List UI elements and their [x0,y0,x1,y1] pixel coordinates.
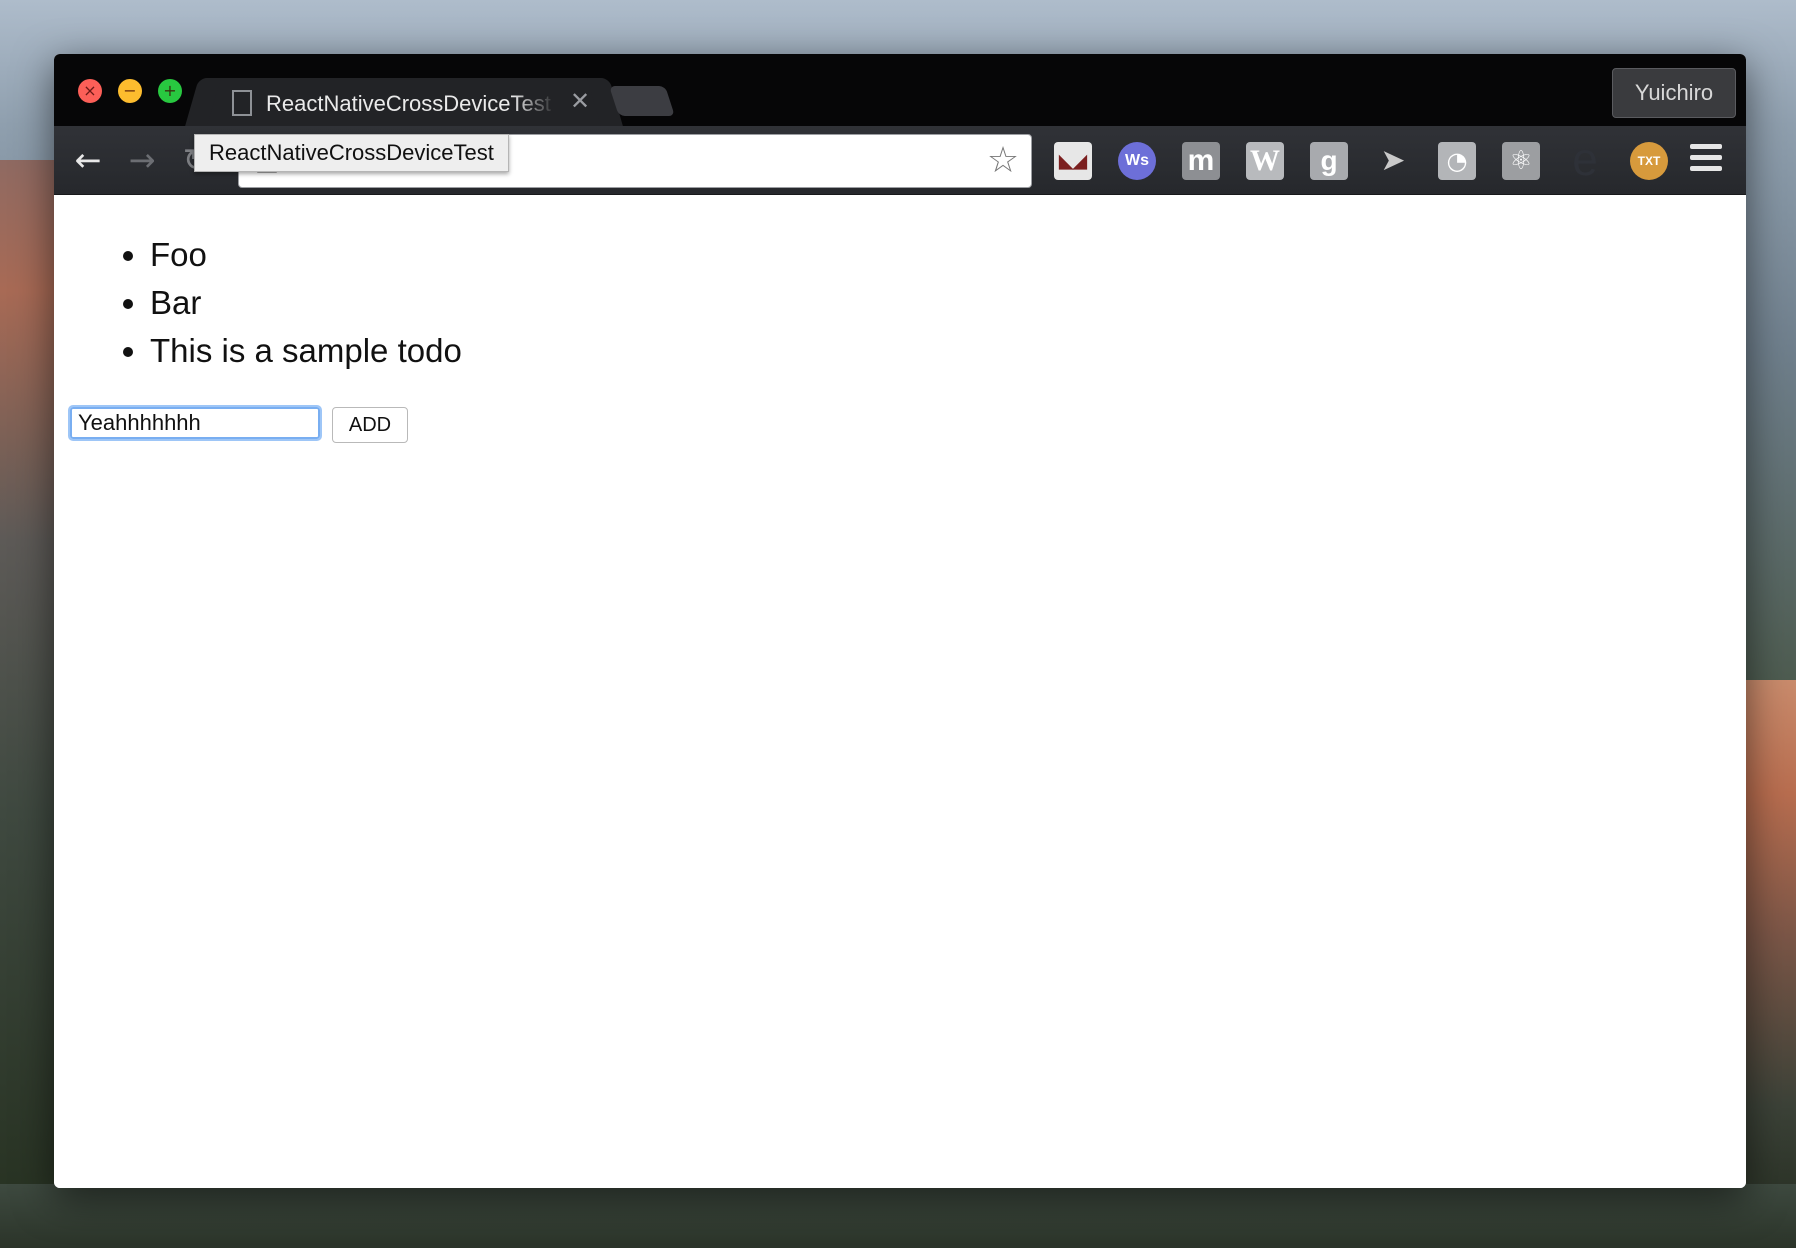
back-icon[interactable]: ← [70,142,106,178]
page-icon [232,90,252,116]
tab-title: ReactNativeCrossDeviceTest [266,91,551,116]
todo-list: Foo Bar This is a sample todo [118,231,462,375]
rss-extension-icon[interactable]: ◔ [1438,142,1476,180]
todo-input[interactable] [68,405,322,441]
list-item: This is a sample todo [150,327,462,375]
cursor-extension-icon[interactable]: ➤ [1374,142,1412,180]
tab-tooltip: ReactNativeCrossDeviceTest [194,134,509,172]
m-extension-icon[interactable]: m [1182,142,1220,180]
react-extension-icon[interactable]: ⚛ [1502,142,1540,180]
new-tab-button[interactable] [609,86,675,116]
forward-icon[interactable]: → [124,142,160,178]
bookmark-star-icon[interactable]: ☆ [983,141,1023,181]
zoom-icon: + [163,81,177,100]
browser-tab[interactable]: ReactNativeCrossDeviceTest ✕ [204,78,604,126]
minimize-icon: − [123,81,137,100]
close-window-button[interactable]: × [78,79,102,103]
close-icon: × [83,81,97,100]
e-extension-icon[interactable]: e [1566,136,1604,182]
zoom-window-button[interactable]: + [158,79,182,103]
minimize-window-button[interactable]: − [118,79,142,103]
title-bar: × − + ReactNativeCrossDeviceTest ✕ Yuich… [54,54,1746,126]
add-button[interactable]: ADD [332,407,408,443]
list-item: Bar [150,279,462,327]
g-extension-icon[interactable]: g [1310,142,1348,180]
txt-extension-icon[interactable]: TXT [1630,142,1668,180]
page-content: Foo Bar This is a sample todo ADD [54,195,1746,1188]
ws-extension-icon[interactable]: Ws [1118,142,1156,180]
profile-button[interactable]: Yuichiro [1612,68,1736,118]
menu-icon[interactable] [1688,144,1724,178]
tab-close-icon[interactable]: ✕ [566,86,594,116]
mask-extension-icon[interactable]: ◣◢ [1054,142,1092,180]
desktop-wallpaper-bottom [0,1184,1796,1248]
w-extension-icon[interactable]: W [1246,142,1284,180]
list-item: Foo [150,231,462,279]
browser-window: × − + ReactNativeCrossDeviceTest ✕ Yuich… [54,54,1746,1188]
